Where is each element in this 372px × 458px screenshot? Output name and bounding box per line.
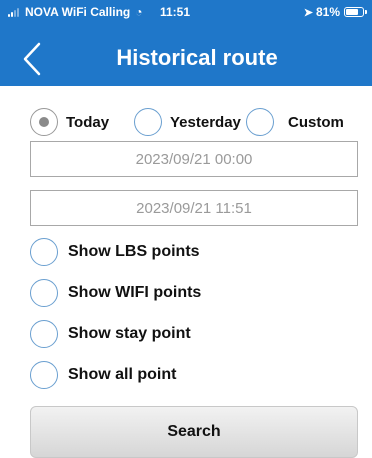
- status-left: NOVA WiFi Calling ◔: [8, 5, 142, 19]
- radio-selected-dot: [39, 117, 49, 127]
- location-arrow-icon: ➤: [303, 6, 313, 19]
- status-time: 11:51: [160, 5, 191, 19]
- checkbox-circle[interactable]: [30, 361, 58, 389]
- battery-percent: 81%: [315, 5, 340, 19]
- page-title: Historical route: [116, 45, 278, 70]
- search-button[interactable]: Search: [30, 406, 358, 458]
- radio-custom[interactable]: Custom: [246, 105, 344, 139]
- checkbox-circle[interactable]: [30, 279, 58, 307]
- radio-button[interactable]: [246, 108, 274, 136]
- end-datetime-field[interactable]: 2023/09/21 11:51: [30, 190, 358, 226]
- nav-bar: Historical route: [0, 32, 372, 86]
- option-label: Show WIFI points: [68, 284, 202, 301]
- radio-today[interactable]: Today: [30, 105, 109, 139]
- carrier-label: NOVA WiFi Calling: [25, 5, 131, 19]
- option-label: Show all point: [68, 366, 177, 383]
- wifi-icon: ◔: [135, 5, 143, 19]
- option-label: Show stay point: [68, 325, 191, 342]
- signal-icon: [8, 7, 20, 17]
- checkbox-circle[interactable]: [30, 320, 58, 348]
- radio-label-today: Today: [66, 113, 110, 131]
- option-stay-point[interactable]: Show stay point: [30, 319, 191, 349]
- radio-yesterday[interactable]: Yesterday: [134, 105, 241, 139]
- radio-button[interactable]: [30, 108, 58, 136]
- date-range-selector: Today Yesterday Custom: [0, 105, 372, 139]
- option-all-point[interactable]: Show all point: [30, 360, 176, 390]
- option-wifi-points[interactable]: Show WIFI points: [30, 278, 201, 308]
- option-lbs-points[interactable]: Show LBS points: [30, 237, 200, 267]
- radio-button[interactable]: [134, 108, 162, 136]
- status-right: ➤ 81%: [303, 5, 367, 19]
- battery-icon: [344, 7, 367, 17]
- status-bar: NOVA WiFi Calling ◔ 11:51 ➤ 81%: [0, 0, 372, 32]
- radio-label-yesterday: Yesterday: [170, 113, 241, 131]
- radio-label-custom: Custom: [288, 113, 344, 131]
- checkbox-circle[interactable]: [30, 238, 58, 266]
- option-label: Show LBS points: [68, 243, 200, 260]
- start-datetime-field[interactable]: 2023/09/21 00:00: [30, 141, 358, 177]
